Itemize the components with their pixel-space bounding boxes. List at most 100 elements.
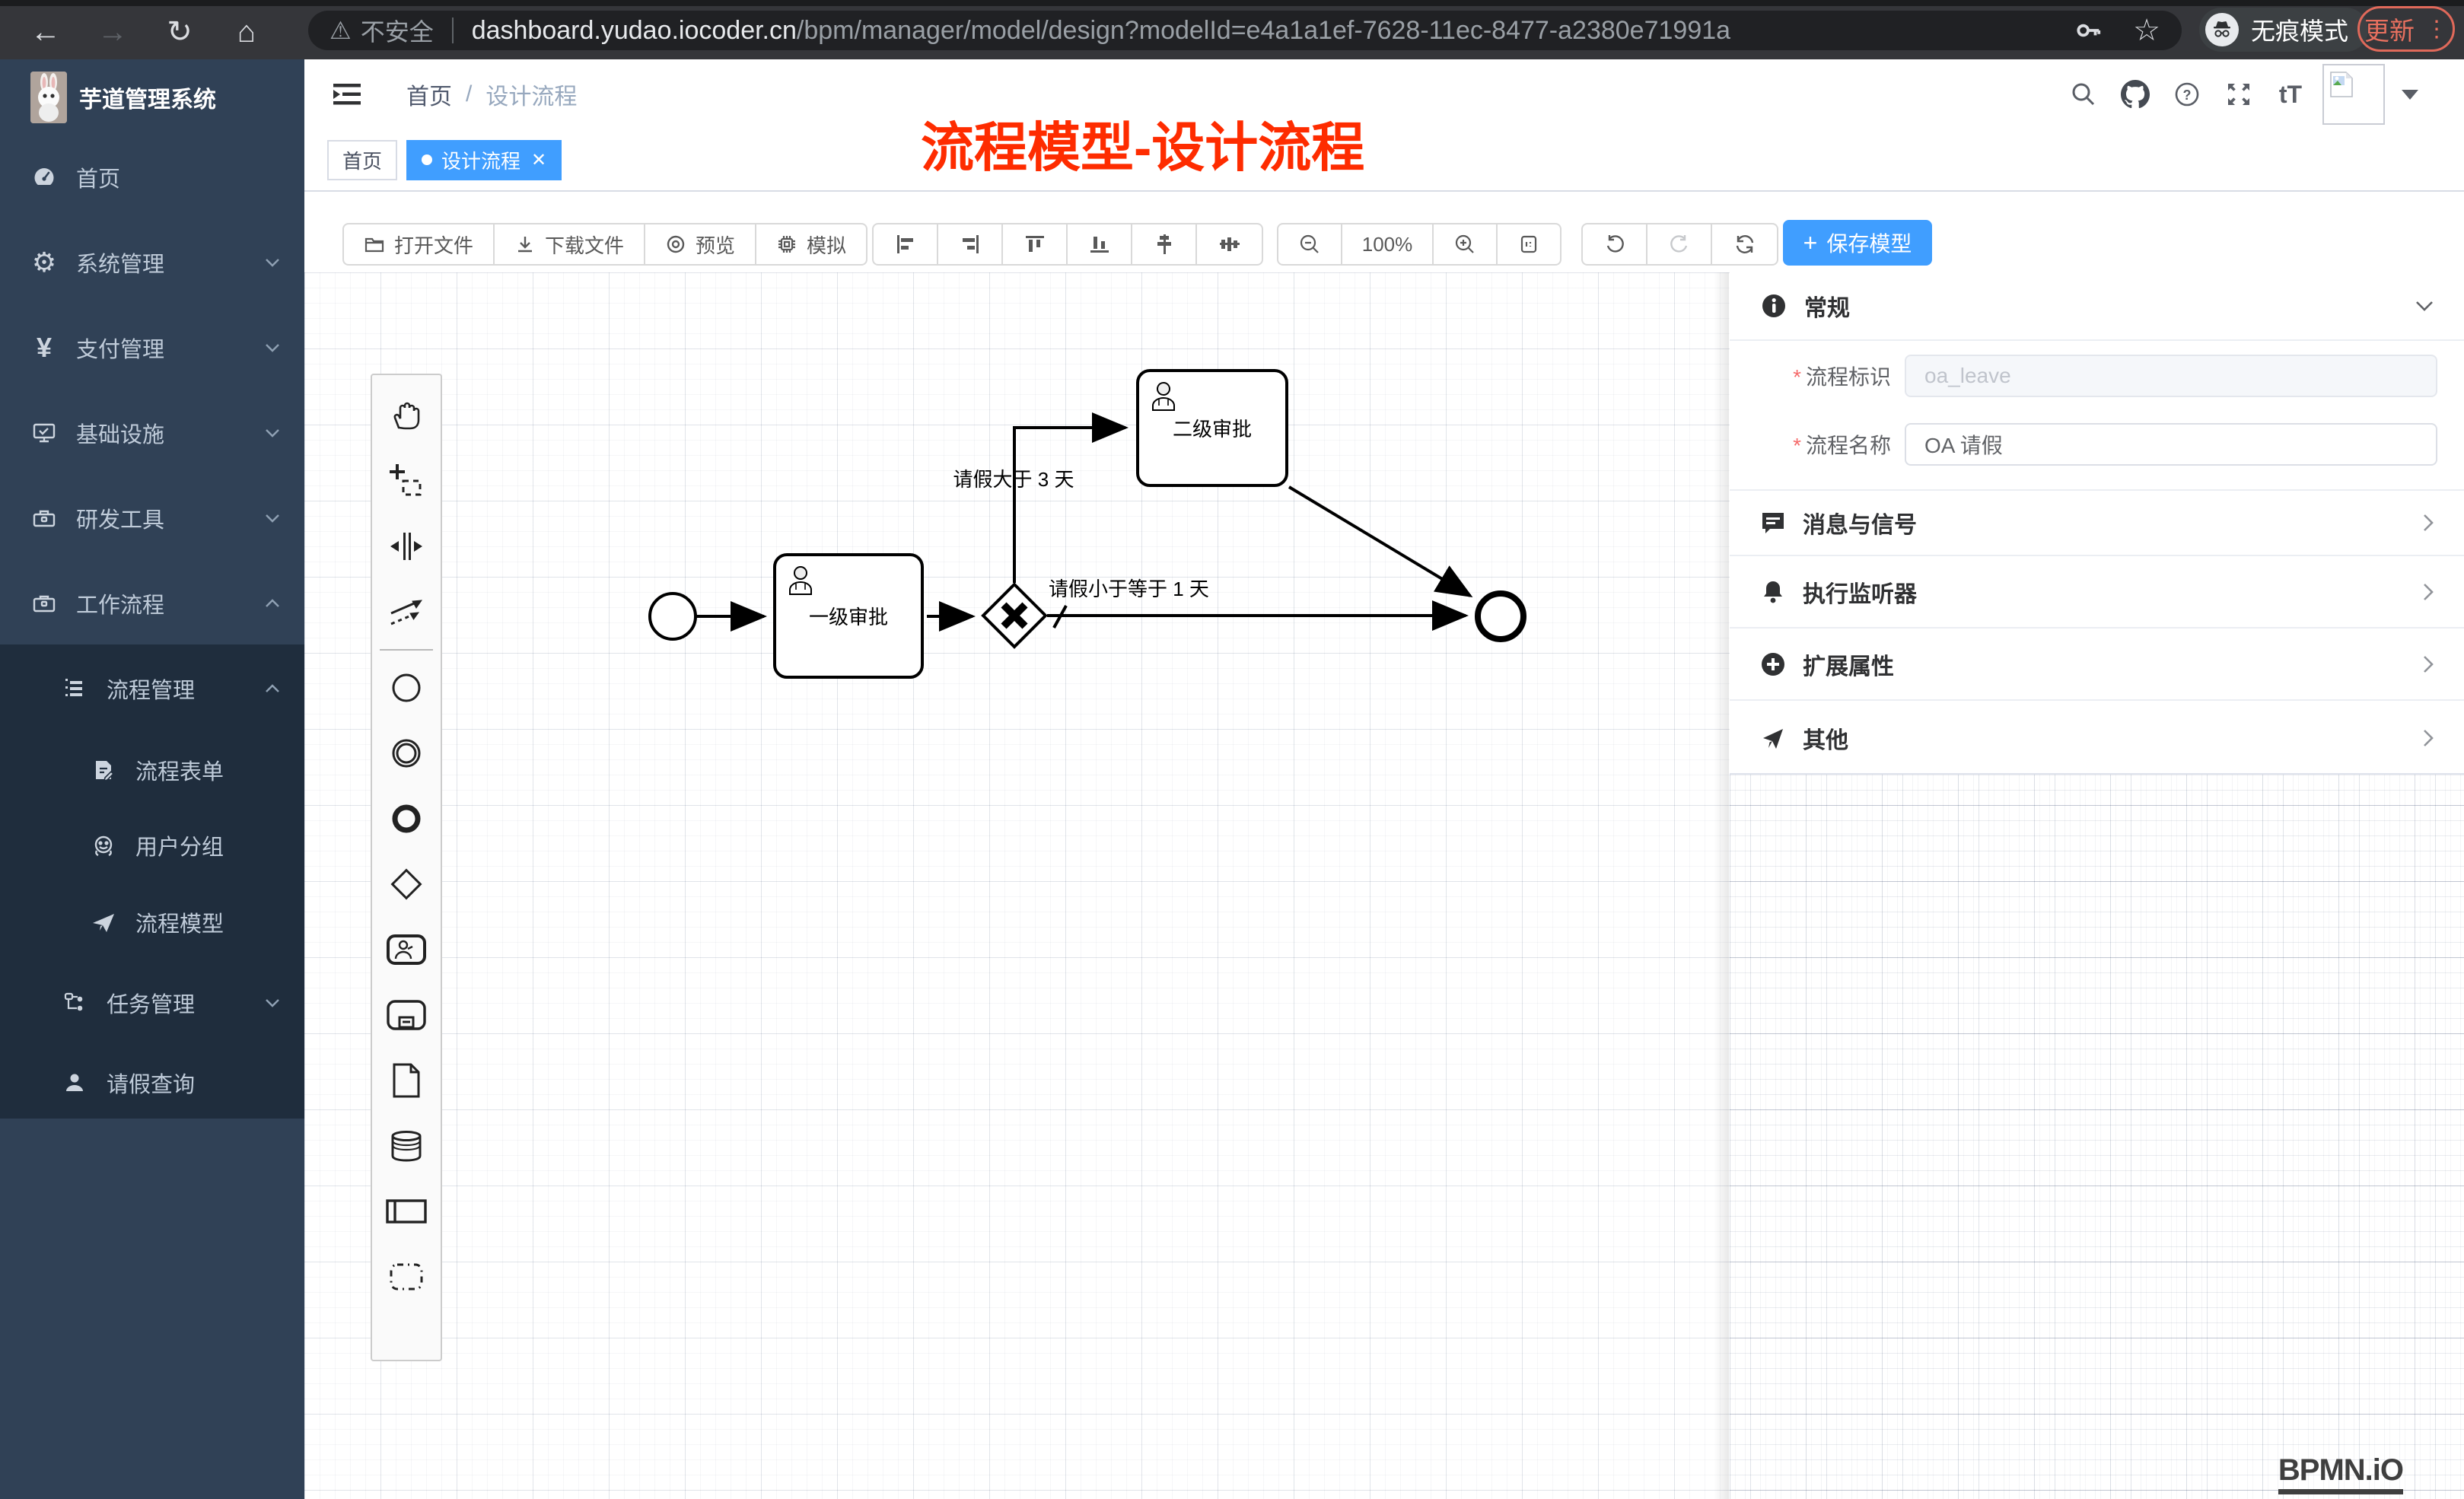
key-icon[interactable]: [2074, 16, 2103, 45]
update-button[interactable]: 更新 ⋮: [2357, 6, 2455, 52]
create-intermediate-event[interactable]: [372, 721, 441, 786]
breadcrumb-separator: /: [466, 81, 472, 107]
align-center-icon: [1218, 233, 1241, 256]
download-icon: [514, 234, 536, 255]
task-first-approval[interactable]: 一级审批: [773, 553, 924, 679]
sidebar-fold-icon[interactable]: [327, 75, 367, 114]
align-center-button[interactable]: [1197, 224, 1262, 264]
chip-icon: [776, 234, 797, 255]
zoom-out-button[interactable]: [1278, 224, 1342, 264]
help-icon[interactable]: ?: [2167, 75, 2207, 114]
open-file-button[interactable]: 打开文件: [344, 224, 495, 264]
align-bottom-button[interactable]: [1068, 224, 1132, 264]
comment-icon: [1760, 510, 1786, 536]
url-path: /bpm/manager/model/design?modelId=e4a1a1…: [797, 16, 1730, 46]
toolbox-icon: [30, 505, 58, 531]
lasso-tool[interactable]: [372, 448, 441, 514]
sidebar-item-home[interactable]: 首页: [0, 143, 304, 212]
section-execution-listener[interactable]: 执行监听器: [1730, 556, 2464, 629]
create-exclusive-gateway[interactable]: [372, 851, 441, 917]
browser-chrome: ← → ↻ ⌂ ⚠ 不安全 dashboard.yudao.iocoder.cn…: [0, 0, 2464, 59]
create-participant[interactable]: [372, 1179, 441, 1244]
bpmn-canvas[interactable]: 打开文件 下载文件 预览 模拟: [304, 192, 2464, 1499]
chevron-right-icon: [2423, 583, 2434, 601]
breadcrumb-home[interactable]: 首页: [406, 78, 452, 111]
list-icon: [61, 676, 88, 701]
forward-icon[interactable]: →: [90, 9, 135, 55]
zoom-in-button[interactable]: [1434, 224, 1498, 264]
app-logo-row[interactable]: 芋道管理系统: [0, 67, 304, 128]
section-general[interactable]: 常规: [1730, 272, 2464, 341]
folder-icon: [364, 234, 385, 255]
redo-button[interactable]: [1647, 224, 1712, 264]
save-model-button[interactable]: + 保存模型: [1783, 220, 1932, 266]
reload-icon[interactable]: ↻: [157, 9, 202, 55]
flow-tree-icon: [61, 991, 88, 1015]
sidebar-item-process-mgmt[interactable]: 流程管理: [0, 654, 304, 723]
info-icon: [1760, 292, 1788, 320]
chevron-down-icon: [265, 998, 280, 1007]
sidebar-item-workflow[interactable]: 工作流程: [0, 569, 304, 638]
align-middle-button[interactable]: [1132, 224, 1197, 264]
sidebar-item-user-group[interactable]: 用户分组: [0, 811, 304, 880]
undo-icon: [1603, 233, 1626, 256]
sidebar-item-payment[interactable]: ¥ 支付管理: [0, 313, 304, 382]
process-name-input[interactable]: [1905, 423, 2437, 466]
preview-button[interactable]: 预览: [645, 224, 756, 264]
undo-button[interactable]: [1583, 224, 1647, 264]
sidebar-item-devtools[interactable]: 研发工具: [0, 484, 304, 552]
section-other[interactable]: 其他: [1730, 701, 2464, 775]
align-right-icon: [959, 233, 982, 256]
space-tool[interactable]: [372, 514, 441, 579]
align-top-button[interactable]: [1003, 224, 1068, 264]
create-data-store[interactable]: [372, 1113, 441, 1179]
incognito-label: 无痕模式: [2251, 12, 2348, 47]
plus-icon: +: [1803, 229, 1818, 257]
fullscreen-icon[interactable]: [2219, 75, 2259, 114]
sidebar-item-leave-query[interactable]: 请假查询: [0, 1049, 304, 1117]
create-end-event[interactable]: [372, 786, 441, 851]
back-icon[interactable]: ←: [23, 9, 68, 55]
app-title: 芋道管理系统: [79, 81, 216, 114]
avatar[interactable]: [2322, 64, 2385, 125]
download-file-button[interactable]: 下载文件: [495, 224, 645, 264]
home-icon[interactable]: ⌂: [224, 9, 269, 55]
sidebar-item-task-mgmt[interactable]: 任务管理: [0, 969, 304, 1037]
create-start-event[interactable]: [372, 655, 441, 721]
close-icon[interactable]: ✕: [531, 149, 546, 171]
align-middle-icon: [1153, 233, 1176, 256]
chevron-down-icon: [265, 258, 280, 267]
sidebar-item-process-form[interactable]: 流程表单: [0, 736, 304, 804]
create-data-object[interactable]: [372, 1048, 441, 1113]
search-icon[interactable]: [2064, 75, 2103, 114]
create-subprocess[interactable]: [372, 982, 441, 1048]
zoom-reset-button[interactable]: [1498, 224, 1560, 264]
restart-button[interactable]: [1712, 224, 1777, 264]
sidebar-item-process-model[interactable]: 流程模型: [0, 888, 304, 956]
align-right-button[interactable]: [938, 224, 1003, 264]
task-second-approval[interactable]: 二级审批: [1136, 369, 1288, 487]
tab-home[interactable]: 首页: [327, 140, 397, 180]
canvas-scrollbar[interactable]: [1714, 272, 1729, 1499]
create-user-task[interactable]: [372, 917, 441, 982]
github-icon[interactable]: [2115, 75, 2155, 114]
browser-menu-icon[interactable]: ⋮: [2425, 16, 2448, 43]
simulate-button[interactable]: 模拟: [756, 224, 866, 264]
chevron-down-icon[interactable]: [2402, 90, 2418, 100]
create-group[interactable]: [372, 1244, 441, 1310]
bookmark-star-icon[interactable]: ☆: [2133, 13, 2160, 48]
address-bar[interactable]: ⚠ 不安全 dashboard.yudao.iocoder.cn/bpm/man…: [308, 11, 2182, 50]
sidebar-item-system[interactable]: ⚙ 系统管理: [0, 228, 304, 297]
bpmn-io-watermark[interactable]: BPMN.iO: [2278, 1453, 2403, 1494]
align-left-button[interactable]: [874, 224, 938, 264]
section-message-signal[interactable]: 消息与信号: [1730, 491, 2464, 556]
section-extension-properties[interactable]: 扩展属性: [1730, 629, 2464, 701]
chevron-right-icon: [2423, 729, 2434, 747]
hand-tool[interactable]: [372, 383, 441, 448]
tab-design-process[interactable]: 设计流程 ✕: [406, 140, 562, 180]
global-connect-tool[interactable]: [372, 579, 441, 644]
font-size-icon[interactable]: tT: [2271, 75, 2310, 114]
monitor-icon: [30, 420, 58, 446]
sidebar-item-infra[interactable]: 基础设施: [0, 399, 304, 467]
bpmn-palette: [371, 374, 442, 1361]
